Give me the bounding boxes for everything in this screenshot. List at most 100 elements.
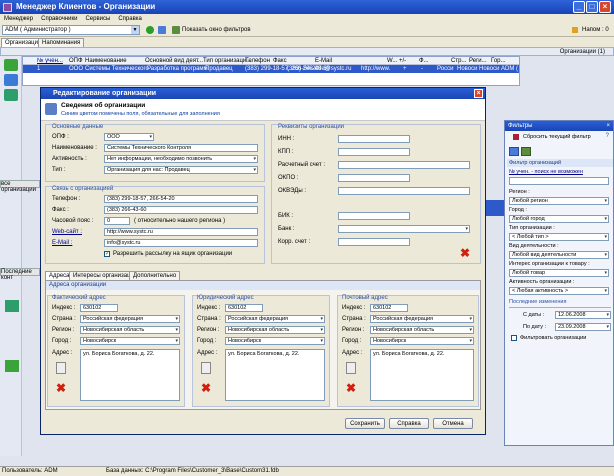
filter-window-icon[interactable] <box>172 26 180 34</box>
postal-country-select[interactable]: Российская федерация <box>370 315 474 323</box>
show-filters-button[interactable]: Показать окно фильтров <box>182 26 251 35</box>
type-select[interactable]: Организация для нас: Продавец <box>104 166 258 174</box>
phone-field[interactable]: (383) 299-18-57, 266-54-20 <box>104 195 258 203</box>
col-region[interactable]: Реги... <box>469 57 487 64</box>
legal-region-select[interactable]: Новосибирская область <box>225 326 325 334</box>
name-field[interactable]: Системы Технического Контроля <box>104 144 258 152</box>
type-filter-select[interactable]: < Любой тип > <box>509 233 609 241</box>
tab-additional[interactable]: Дополнительно <box>129 271 181 280</box>
activity-select[interactable]: Нет информации, необходимо позвонить <box>104 155 258 163</box>
actual-address-field[interactable]: ул. Бориса Богаткова, д. 22. <box>80 349 180 401</box>
copy-icon[interactable] <box>201 362 211 374</box>
cancel-button[interactable]: Отмена <box>433 418 473 429</box>
copy-icon[interactable] <box>346 362 356 374</box>
city-filter-select[interactable]: Любой город <box>509 215 609 223</box>
website-field[interactable]: http://www.systc.ru <box>104 228 258 236</box>
col-plusminus[interactable]: +/- <box>399 57 406 64</box>
fax-field[interactable]: (383) 266-43-60 <box>104 206 258 214</box>
col-activity[interactable]: Основной вид деят... <box>145 57 203 64</box>
number-search-field[interactable] <box>509 177 609 185</box>
postal-address-field[interactable]: ул. Бориса Богаткова, д. 22. <box>370 349 474 401</box>
legal-city-select[interactable]: Новосибирск <box>225 337 325 345</box>
reset-filter-button[interactable]: Сбросить текущий фильтр <box>523 133 591 141</box>
col-country[interactable]: Стр... <box>451 57 466 64</box>
postal-index-field[interactable]: 630102 <box>370 304 408 312</box>
from-date-picker[interactable]: 12.06.2008 <box>555 311 611 319</box>
maximize-button[interactable]: □ <box>586 1 598 13</box>
okved-field[interactable] <box>338 187 470 195</box>
menu-directories[interactable]: Справочники <box>37 16 81 22</box>
user-select[interactable]: ADM ( Администратор ) ▼ <box>2 25 140 35</box>
col-phone[interactable]: Телефон <box>245 57 270 64</box>
okpo-field[interactable] <box>338 174 410 182</box>
users-icon[interactable] <box>158 26 166 34</box>
close-button[interactable]: × <box>599 1 611 13</box>
bank-select[interactable] <box>338 225 470 233</box>
copy-icon[interactable] <box>56 362 66 374</box>
edit-organization-icon[interactable] <box>4 74 18 86</box>
col-email[interactable]: E-Mail <box>315 57 332 64</box>
col-f[interactable]: Ф... <box>419 57 429 64</box>
add-organization-icon[interactable] <box>4 59 18 71</box>
col-city[interactable]: Гор... <box>491 57 506 64</box>
clear-address-icon[interactable]: ✖ <box>56 382 66 394</box>
inn-field[interactable] <box>338 135 410 143</box>
col-web[interactable]: W... <box>387 57 397 64</box>
number-search-link[interactable]: № учен. - поиск не возможен <box>509 169 583 175</box>
help-icon[interactable]: ? <box>606 133 609 139</box>
clear-address-icon[interactable]: ✖ <box>346 382 356 394</box>
region-filter-select[interactable]: Любой регион <box>509 197 609 205</box>
dialog-close-button[interactable]: × <box>474 89 483 98</box>
tab-reminders[interactable]: Напоминания <box>38 38 85 47</box>
korr-field[interactable] <box>338 238 410 246</box>
email-field[interactable]: info@systc.ru <box>104 239 258 247</box>
actual-city-select[interactable]: Новосибирск <box>80 337 180 345</box>
bik-field[interactable] <box>338 212 410 220</box>
activity-filter-select[interactable]: Любой вид деятельности <box>509 251 609 259</box>
help-button[interactable]: Справка <box>389 418 429 429</box>
refresh-icon[interactable] <box>146 26 154 34</box>
menu-help[interactable]: Справка <box>114 16 146 22</box>
menu-manager[interactable]: Менеджер <box>0 16 37 22</box>
minimize-button[interactable]: _ <box>573 1 585 13</box>
col-opf[interactable]: ОПФ <box>69 57 83 64</box>
email-link[interactable]: E-Mail : <box>52 240 72 246</box>
menu-services[interactable]: Сервисы <box>81 16 114 22</box>
grid-view-icon[interactable] <box>509 147 519 156</box>
actual-region-select[interactable]: Новосибирская область <box>80 326 180 334</box>
save-icon[interactable] <box>4 89 18 101</box>
list-view-icon[interactable] <box>521 147 531 156</box>
table-row[interactable]: 1 ООО Системы Технического Разработка пр… <box>23 65 519 73</box>
col-fax[interactable]: Факс <box>273 57 287 64</box>
actual-country-select[interactable]: Российская федерация <box>80 315 180 323</box>
clear-requisites-icon[interactable]: ✖ <box>460 247 470 259</box>
actual-index-field[interactable]: 630102 <box>80 304 118 312</box>
kpp-field[interactable] <box>338 148 410 156</box>
legal-index-field[interactable]: 630102 <box>225 304 263 312</box>
all-orgs-tab[interactable]: все организации <box>0 180 40 193</box>
cell-minus: - <box>421 66 423 72</box>
legal-address-field[interactable]: ул. Бориса Богаткова, д. 22. <box>225 349 325 401</box>
website-link[interactable]: Web-сайт : <box>52 229 82 235</box>
active-filter-select[interactable]: < Любая активность > <box>509 287 609 295</box>
to-date-picker[interactable]: 23.09.2008 <box>555 323 611 331</box>
filters-close-button[interactable]: × <box>606 121 610 131</box>
legal-country-select[interactable]: Российская федерация <box>225 315 325 323</box>
timezone-stepper[interactable]: 0 <box>104 217 130 225</box>
interest-filter-select[interactable]: Любой товар <box>509 269 609 277</box>
mail-allow-checkbox[interactable] <box>104 250 110 257</box>
add-contact-icon[interactable] <box>5 360 19 372</box>
postal-city-select[interactable]: Новосибирск <box>370 337 474 345</box>
name-value: Системы Технического Контроля <box>107 145 192 151</box>
clear-address-icon[interactable]: ✖ <box>201 382 211 394</box>
save-button[interactable]: Сохранить <box>345 418 385 429</box>
account-field[interactable] <box>338 161 470 169</box>
col-name[interactable]: Наименование <box>85 57 127 64</box>
contacts-icon[interactable] <box>5 300 19 312</box>
opf-select[interactable]: ООО <box>104 133 154 141</box>
last-contacts-tab[interactable]: Последние конт <box>0 268 40 281</box>
postal-region-select[interactable]: Новосибирская область <box>370 326 474 334</box>
col-number[interactable]: № учен... <box>37 57 63 64</box>
filter-by-date-label: Фильтровать организации <box>520 335 587 341</box>
filter-by-date-checkbox[interactable] <box>511 335 517 341</box>
